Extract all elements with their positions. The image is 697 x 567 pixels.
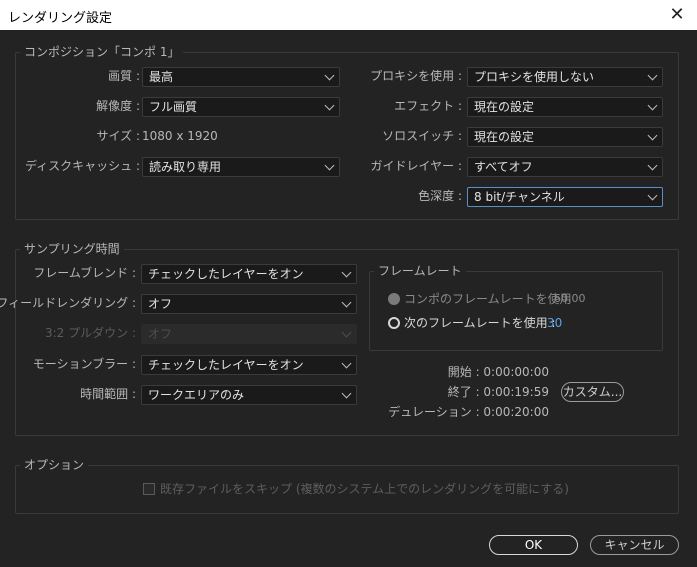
color-depth-dropdown[interactable]: 8 bit/チャンネル — [467, 187, 663, 207]
duration-time: デュレーション : 0:00:20:00 — [388, 405, 549, 419]
options-panel-title: オプション — [20, 458, 89, 472]
frame-rate-option1-value: 60.00 — [554, 292, 586, 305]
end-time: 終了 : 0:00:19:59 — [447, 385, 549, 399]
skip-existing-checkbox[interactable] — [143, 483, 155, 495]
size-label: サイズ : — [96, 129, 141, 143]
field-render-value: オフ — [148, 297, 173, 311]
skip-existing-label[interactable]: 既存ファイルをスキップ (複数のシステム上でのレンダリングを可能にする) — [160, 479, 569, 499]
quality-value: 最高 — [149, 70, 174, 84]
custom-button-label: カスタム... — [562, 385, 623, 399]
chevron-down-icon — [341, 388, 352, 399]
frame-blend-dropdown[interactable]: チェックしたレイヤーをオン — [141, 264, 357, 284]
quality-label: 画質 : — [108, 69, 140, 83]
chevron-down-icon — [647, 70, 658, 81]
disk-cache-dropdown[interactable]: 読み取り専用 — [142, 157, 340, 177]
frame-blend-value: チェックしたレイヤーをオン — [148, 267, 304, 281]
chevron-down-icon — [324, 100, 335, 111]
proxy-dropdown[interactable]: プロキシを使用しない — [467, 67, 663, 87]
time-span-value: ワークエリアのみ — [148, 388, 245, 402]
close-icon[interactable]: ✕ — [657, 0, 697, 30]
chevron-down-icon — [647, 130, 658, 141]
field-render-dropdown[interactable]: オフ — [141, 294, 357, 314]
ok-button-label: OK — [524, 538, 543, 552]
guide-layer-value: すべてオフ — [474, 160, 533, 174]
motion-blur-dropdown[interactable]: チェックしたレイヤーをオン — [141, 355, 357, 375]
frame-rate-option1-label[interactable]: コンポのフレームレートを使用 — [404, 289, 572, 309]
frame-rate-panel-title: フレームレート — [374, 264, 466, 278]
quality-dropdown[interactable]: 最高 — [142, 67, 340, 87]
motion-blur-label: モーションブラー : — [32, 357, 136, 371]
pulldown-label: 3:2 プルダウン : — [45, 326, 136, 340]
color-depth-label: 色深度 : — [418, 189, 462, 203]
frame-rate-option2-value[interactable]: 30 — [547, 313, 562, 333]
proxy-value: プロキシを使用しない — [474, 70, 595, 84]
field-render-label: フィールドレンダリング : — [0, 296, 136, 310]
effects-dropdown[interactable]: 現在の設定 — [467, 97, 663, 117]
solo-switch-dropdown[interactable]: 現在の設定 — [467, 127, 663, 147]
chevron-down-icon — [341, 327, 352, 338]
size-value: 1080 x 1920 — [142, 129, 218, 143]
pulldown-dropdown: オフ — [141, 324, 357, 344]
start-time: 開始 : 0:00:00:00 — [447, 365, 549, 379]
chevron-down-icon — [647, 100, 658, 111]
disk-cache-value: 読み取り専用 — [149, 160, 222, 174]
time-span-dropdown[interactable]: ワークエリアのみ — [141, 385, 357, 405]
frame-rate-option2-radio[interactable] — [388, 317, 400, 329]
chevron-down-icon — [341, 267, 352, 278]
cancel-button[interactable]: キャンセル — [590, 535, 679, 555]
effects-label: エフェクト : — [394, 99, 462, 113]
composition-panel-title: コンポジション「コンポ 1」 — [20, 45, 184, 59]
chevron-down-icon — [647, 160, 658, 171]
solo-switch-label: ソロスイッチ : — [382, 129, 462, 143]
color-depth-value: 8 bit/チャンネル — [474, 190, 565, 204]
frame-rate-option2-label[interactable]: 次のフレームレートを使用 : — [404, 313, 556, 333]
chevron-down-icon — [324, 70, 335, 81]
guide-layer-dropdown[interactable]: すべてオフ — [467, 157, 663, 177]
chevron-down-icon — [341, 297, 352, 308]
motion-blur-value: チェックしたレイヤーをオン — [148, 358, 304, 372]
resolution-label: 解像度 : — [96, 99, 140, 113]
ok-button[interactable]: OK — [489, 535, 578, 555]
effects-value: 現在の設定 — [474, 100, 535, 114]
frame-rate-panel — [369, 271, 663, 351]
custom-button[interactable]: カスタム... — [561, 382, 624, 402]
disk-cache-label: ディスクキャッシュ : — [24, 159, 140, 173]
cancel-button-label: キャンセル — [604, 538, 665, 552]
guide-layer-label: ガイドレイヤー : — [370, 159, 463, 173]
time-span-label: 時間範囲 : — [80, 387, 136, 401]
title-bar: レンダリング設定 ✕ — [0, 0, 697, 30]
resolution-dropdown[interactable]: フル画質 — [142, 97, 340, 117]
sampling-panel-title: サンプリング時間 — [20, 242, 124, 256]
solo-switch-value: 現在の設定 — [474, 130, 535, 144]
chevron-down-icon — [324, 160, 335, 171]
resolution-value: フル画質 — [149, 100, 198, 114]
frame-rate-option1-radio[interactable] — [388, 293, 400, 305]
pulldown-value: オフ — [148, 327, 173, 341]
window-title: レンダリング設定 — [8, 11, 113, 26]
frame-blend-label: フレームブレンド : — [33, 266, 136, 280]
chevron-down-icon — [647, 190, 658, 201]
chevron-down-icon — [341, 358, 352, 369]
proxy-label: プロキシを使用 : — [370, 69, 462, 83]
